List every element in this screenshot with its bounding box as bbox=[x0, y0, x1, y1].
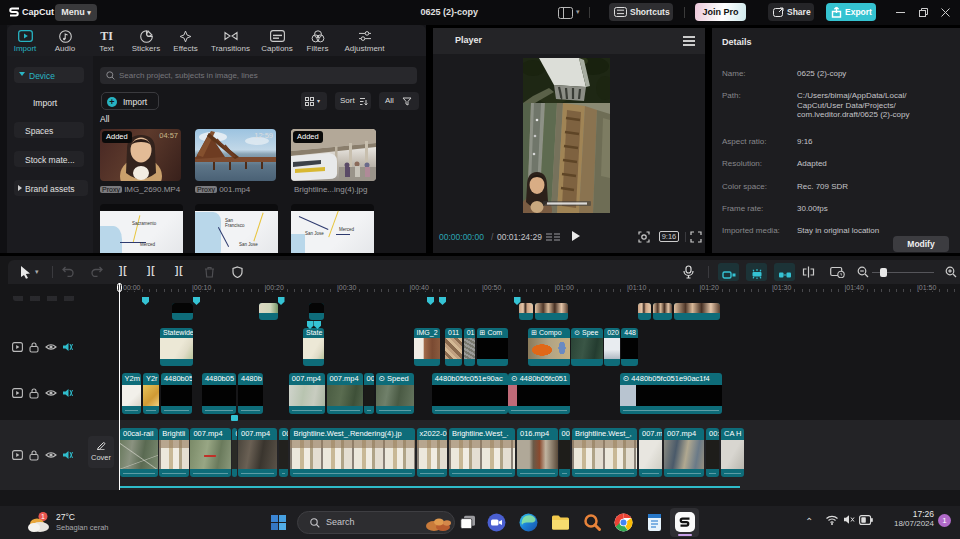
svg-text:1: 1 bbox=[41, 513, 45, 520]
